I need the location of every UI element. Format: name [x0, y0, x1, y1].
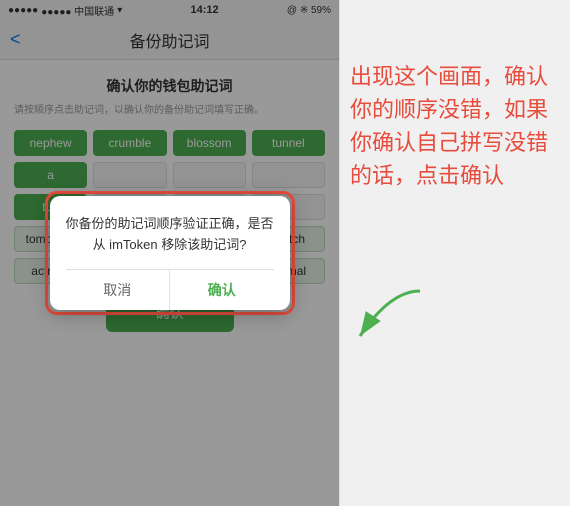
dialog-buttons: 取消 确认	[66, 269, 274, 310]
dialog-cancel-button[interactable]: 取消	[66, 270, 171, 310]
dialog-highlight: 你备份的助记词顺序验证正确，是否从 imToken 移除该助记词? 取消 确认	[45, 191, 295, 316]
annotation-text: 出现这个画面，确认你的顺序没错，如果你确认自己拼写没错的话，点击确认	[350, 60, 556, 192]
arrow-container	[350, 286, 430, 346]
dialog-message: 你备份的助记词顺序验证正确，是否从 imToken 移除该助记词?	[66, 214, 274, 256]
arrow-icon	[350, 286, 430, 346]
dialog-overlay: 你备份的助记词顺序验证正确，是否从 imToken 移除该助记词? 取消 确认	[0, 0, 339, 506]
dialog-box: 你备份的助记词顺序验证正确，是否从 imToken 移除该助记词? 取消 确认	[50, 196, 290, 311]
dialog-confirm-button[interactable]: 确认	[170, 270, 274, 310]
phone-screen: ●●●●● ●●●●● 中国联通 ▾ 14:12 @ ※ 59% < 备份助记词…	[0, 0, 340, 506]
annotation-area: 出现这个画面，确认你的顺序没错，如果你确认自己拼写没错的话，点击确认	[340, 0, 570, 506]
